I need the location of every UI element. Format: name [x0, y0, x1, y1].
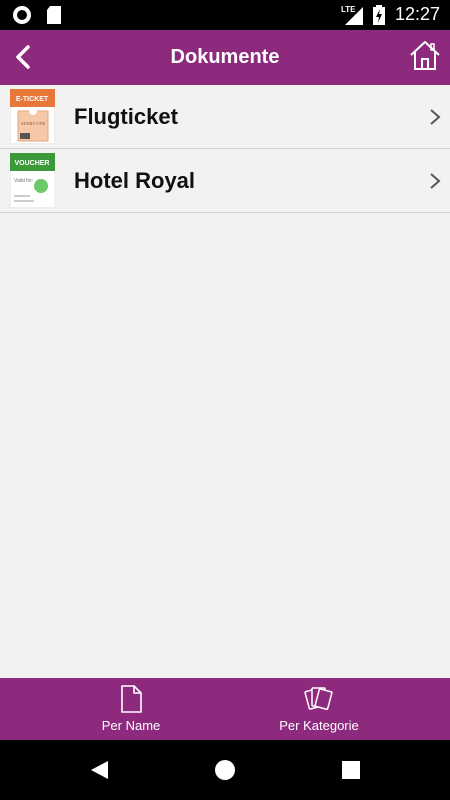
sd-card-icon [47, 6, 61, 24]
status-bar: LTE 12:27 [0, 0, 450, 30]
clock: 12:27 [394, 4, 440, 24]
bottom-tab-bar: Per Name Per Kategorie [0, 678, 450, 740]
app-bar: Dokumente [0, 30, 450, 85]
tab-label: Per Kategorie [279, 718, 359, 733]
recents-square-icon[interactable] [339, 758, 363, 782]
chevron-right-icon [430, 109, 441, 125]
tab-per-kategorie[interactable]: Per Kategorie [239, 678, 399, 740]
home-circle-icon[interactable] [213, 758, 237, 782]
back-triangle-icon[interactable] [88, 758, 112, 782]
record-icon [13, 6, 31, 24]
thumb-badge: E-TICKET [16, 96, 49, 103]
list-item-label: Flugticket [74, 104, 178, 129]
page-title: Dokumente [170, 46, 280, 68]
battery-charging-icon [372, 4, 385, 25]
list-item-label: Hotel Royal [74, 168, 196, 193]
home-icon[interactable] [408, 38, 442, 72]
thumb-badge: VOUCHER [14, 160, 49, 167]
document-list: E-TICKET ADMIT ONE Flugticket VOUCHER Va… [0, 85, 450, 213]
thumb-sub: ADMIT ONE [20, 121, 45, 126]
chevron-right-icon [430, 173, 441, 189]
thumb-sub: Valid for: [14, 178, 33, 184]
tab-per-name[interactable]: Per Name [51, 678, 211, 740]
list-item-flugticket[interactable]: E-TICKET ADMIT ONE Flugticket [0, 85, 450, 149]
tab-label: Per Name [101, 718, 161, 733]
cards-icon [304, 687, 333, 711]
e-ticket-icon: E-TICKET ADMIT ONE [10, 89, 55, 144]
signal-icon: LTE [341, 5, 363, 25]
voucher-icon: VOUCHER Valid for: [10, 153, 55, 208]
document-icon [121, 685, 142, 713]
list-item-hotel-royal[interactable]: VOUCHER Valid for: Hotel Royal [0, 149, 450, 213]
system-navigation-bar [0, 740, 450, 800]
